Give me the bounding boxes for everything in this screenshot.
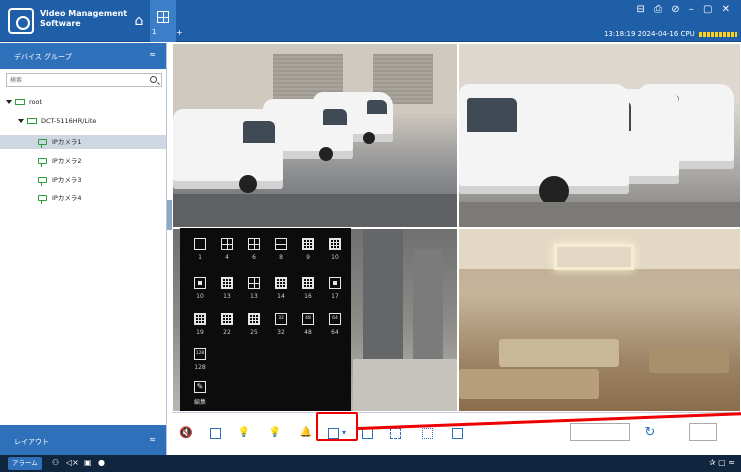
window-mode-icon[interactable] — [210, 428, 221, 439]
camera-label: IPカメラ1 — [52, 138, 82, 146]
layout-picker-popup: 1 4 6 8 9 10 10 13 13 14 16 17 19 22 25 … — [180, 228, 351, 411]
refresh-icon[interactable]: ↻ — [640, 423, 660, 443]
layout-17-icon — [329, 277, 341, 289]
search-box[interactable] — [6, 73, 162, 87]
ceiling-light — [554, 244, 634, 270]
layout-19-icon — [194, 313, 206, 325]
layout-9-icon — [302, 238, 314, 250]
van — [459, 84, 629, 206]
alarm-bell-icon[interactable]: 🔔 — [296, 423, 316, 443]
monitor-icon[interactable]: ▣ — [84, 458, 92, 467]
stream-selector[interactable] — [570, 423, 630, 441]
mute-icon[interactable]: 🔇 — [176, 423, 196, 443]
expand-icon[interactable] — [6, 100, 12, 104]
tree-camera-2[interactable]: IPカメラ2 — [38, 154, 81, 168]
bulb-icon[interactable]: 💡 — [234, 423, 254, 443]
sofa — [649, 349, 729, 373]
layout-13-icon — [221, 277, 233, 289]
cpu-meter — [699, 31, 737, 37]
asphalt — [173, 194, 457, 227]
floor — [353, 359, 457, 411]
layout-13b-icon — [248, 277, 260, 289]
video-tile-1[interactable] — [172, 43, 458, 228]
layout-8-icon — [275, 238, 287, 250]
camera-icon — [38, 177, 47, 186]
app-logo — [8, 8, 34, 34]
snapshot-icon[interactable] — [452, 428, 463, 439]
tree-device[interactable]: DCT-5116HR/Lite — [18, 114, 96, 128]
grid-icon — [157, 11, 169, 23]
camera-icon — [38, 195, 47, 204]
video-tile-2[interactable] — [458, 43, 741, 228]
collapse-icon[interactable]: ≈ — [149, 50, 156, 59]
camera-icon — [38, 139, 47, 148]
tree-device-label: DCT-5116HR/Lite — [41, 117, 97, 125]
camera-label: IPカメラ4 — [52, 194, 82, 202]
tree-root-label: root — [29, 98, 43, 106]
expand-icon[interactable] — [18, 119, 24, 123]
asphalt — [459, 202, 740, 227]
van — [173, 109, 283, 193]
folder-icon — [15, 99, 25, 105]
layout-16-icon — [302, 277, 314, 289]
highlight-annotation — [316, 412, 358, 441]
search-icon[interactable] — [150, 76, 157, 83]
layout-4-icon — [221, 238, 233, 250]
person-icon[interactable]: ● — [98, 458, 105, 467]
layout-10b-icon — [194, 277, 206, 289]
camera-label: IPカメラ2 — [52, 157, 82, 165]
tree-camera-1[interactable]: IPカメラ1 — [0, 135, 166, 149]
fullscreen-icon[interactable] — [422, 428, 433, 439]
alarm-button[interactable]: アラーム — [8, 457, 42, 470]
user-icon[interactable]: ⚇ — [52, 458, 59, 467]
device-group-title: デバイス グループ — [14, 53, 72, 61]
page-selector[interactable] — [689, 423, 717, 441]
layout-25-icon — [248, 313, 260, 325]
tree-root[interactable]: root — [6, 95, 42, 109]
clock-cpu-label: 13:18:19 2024-04-16 CPU — [603, 30, 695, 38]
status-bar: アラーム ⚇ ◁× ▣ ● ✰ ▢ ≈ — [0, 455, 741, 472]
bulb-icon[interactable]: 💡 — [265, 423, 285, 443]
tree-camera-3[interactable]: IPカメラ3 — [38, 173, 81, 187]
sofa — [499, 339, 619, 367]
volume-icon[interactable]: ◁× — [66, 458, 79, 467]
fit-icon[interactable] — [390, 428, 401, 439]
app-title: Video Management Software — [40, 9, 128, 28]
expand-section-icon[interactable]: ≈ — [149, 435, 156, 444]
title-bar: Video Management Software ⌂ 1 + ⊟ ⎙ ⊘ – … — [0, 0, 741, 42]
layout-128-icon: 128 — [194, 348, 206, 360]
layout-64-icon: 64 — [329, 313, 341, 325]
system-status: 13:18:19 2024-04-16 CPU — [604, 30, 737, 38]
layout-section-title: レイアウト — [14, 438, 49, 446]
layout-section-header[interactable]: レイアウト ≈ — [0, 425, 166, 455]
edit-icon: ✎ — [194, 381, 206, 393]
add-tab-button[interactable]: + — [176, 28, 183, 37]
camera-label: IPカメラ3 — [52, 176, 82, 184]
layout-22-icon — [221, 313, 233, 325]
video-tile-4[interactable] — [458, 228, 741, 412]
home-icon[interactable]: ⌂ — [130, 12, 148, 30]
layout-6-icon — [248, 238, 260, 250]
statusbar-right-icons[interactable]: ✰ ▢ ≈ — [709, 458, 735, 467]
camera-icon — [38, 158, 47, 167]
layout-10-icon — [329, 238, 341, 250]
search-input[interactable] — [7, 74, 147, 86]
window-controls[interactable]: ⊟ ⎙ ⊘ – ▢ ✕ — [637, 4, 733, 15]
device-sidebar: デバイス グループ ≈ root DCT-5116HR/Lite IPカメラ1 … — [0, 43, 167, 455]
layout-14-icon — [275, 277, 287, 289]
sofa — [459, 369, 599, 399]
layout-48-icon: 48 — [302, 313, 314, 325]
device-group-header[interactable]: デバイス グループ ≈ — [0, 43, 166, 69]
layout-32-icon: 32 — [275, 313, 287, 325]
recorder-icon — [27, 118, 37, 124]
tree-camera-4[interactable]: IPカメラ4 — [38, 191, 81, 205]
tab-number: 1 — [152, 28, 157, 36]
layout-1-icon — [194, 238, 206, 250]
